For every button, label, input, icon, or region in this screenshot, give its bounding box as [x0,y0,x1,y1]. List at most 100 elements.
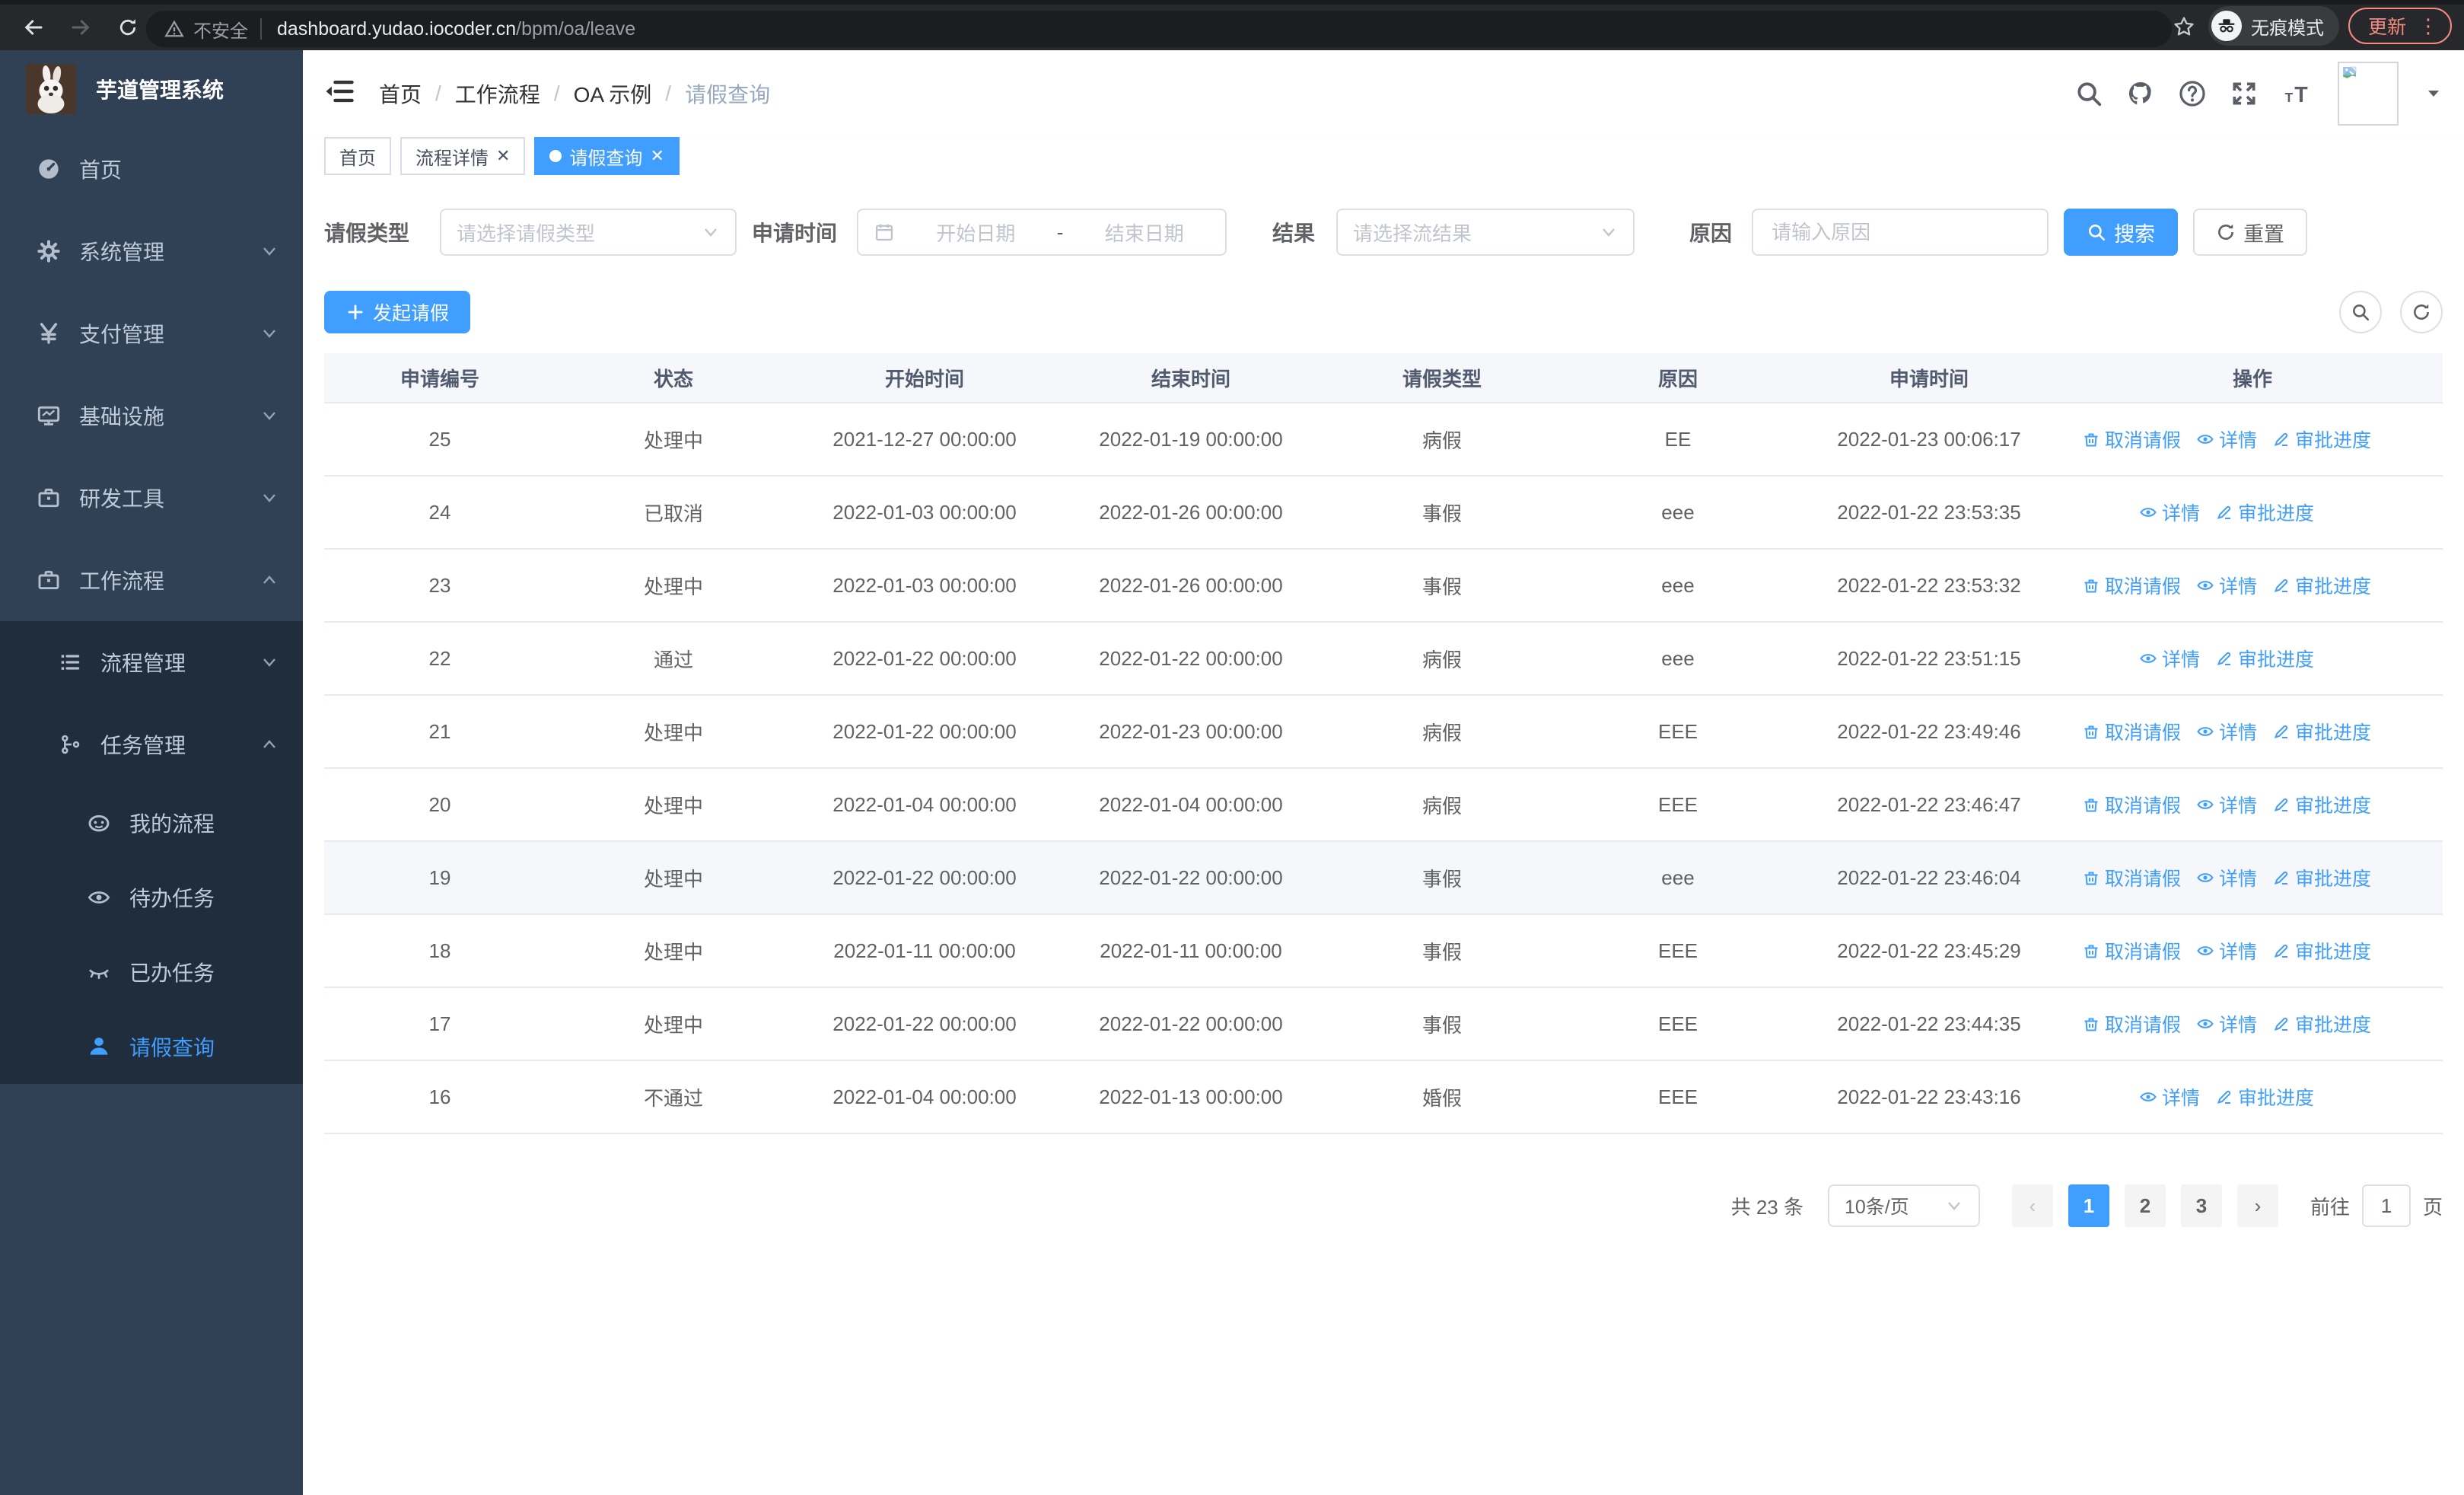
sidebar-collapse-icon[interactable] [323,75,359,111]
page-button-1[interactable]: 1 [2068,1184,2109,1227]
action-progress-link[interactable]: 审批进度 [2215,645,2314,672]
row-actions: 取消请假详情审批进度 [2062,864,2443,891]
action-detail-link[interactable]: 详情 [2196,572,2257,599]
tab-流程详情[interactable]: 流程详情✕ [400,137,525,175]
page-button-3[interactable]: 3 [2181,1184,2222,1227]
trash-icon [2082,795,2100,814]
browser-update-button[interactable]: 更新 ⋮ [2348,8,2452,44]
sidebar-item-process-mgmt[interactable]: 流程管理 [0,621,303,703]
search-icon[interactable] [2074,79,2103,108]
font-size-icon[interactable] [2281,79,2315,108]
sidebar-item-todo-task[interactable]: 待办任务 [0,860,303,935]
result-select[interactable]: 请选择流结果 [1336,209,1635,256]
user-avatar[interactable] [2338,62,2399,126]
sidebar-item-done-task[interactable]: 已办任务 [0,935,303,1009]
action-detail-link[interactable]: 详情 [2139,645,2200,672]
action-detail-link[interactable]: 详情 [2196,791,2257,818]
goto-page-input[interactable] [2362,1184,2411,1227]
sidebar-item-leave-query[interactable]: 请假查询 [0,1009,303,1084]
action-cancel-link[interactable]: 取消请假 [2082,937,2181,964]
action-detail-link[interactable]: 详情 [2196,864,2257,891]
show-search-button[interactable] [2339,291,2382,333]
action-detail-link[interactable]: 详情 [2139,1083,2200,1111]
cell: 2022-01-22 23:51:15 [1796,647,2062,671]
create-leave-button[interactable]: 发起请假 [324,291,470,333]
sidebar-item-task-mgmt[interactable]: 任务管理 [0,703,303,786]
tab-close-icon[interactable]: ✕ [496,148,510,164]
breadcrumb-item[interactable]: OA 示例 [574,78,652,109]
address-bar[interactable]: 不安全 dashboard.yudao.iocoder.cn/bpm/oa/le… [146,11,2172,47]
action-progress-link[interactable]: 审批进度 [2215,499,2314,526]
top-header: 首页/工作流程/OA 示例/请假查询 [303,50,2464,139]
action-cancel-link[interactable]: 取消请假 [2082,864,2181,891]
apply-time-range-picker[interactable]: 开始日期 - 结束日期 [857,209,1227,256]
help-icon[interactable] [2178,79,2207,108]
action-progress-link[interactable]: 审批进度 [2272,1010,2371,1038]
sidebar-item-devtool[interactable]: 研发工具 [0,457,303,539]
action-progress-link[interactable]: 审批进度 [2215,1083,2314,1111]
sidebar-item-my-process[interactable]: 我的流程 [0,786,303,860]
cell: 处理中 [556,937,791,965]
user-menu-caret-icon[interactable] [2424,84,2443,103]
filter-bar: 请假类型 请选择请假类型 申请时间 开始日期 - 结束日期 结果 请选择流结果 [324,209,2443,256]
browser-back-button[interactable] [15,9,52,46]
tags-view-bar: 首页流程详情✕请假查询✕ [303,137,2464,177]
browser-forward-button[interactable] [62,9,99,46]
cell: EEE [1560,720,1796,744]
column-header: 原因 [1560,364,1796,392]
action-progress-link[interactable]: 审批进度 [2272,572,2371,599]
sidebar-item-home[interactable]: 首页 [0,128,303,210]
pen-icon [2272,795,2291,814]
url-host: dashboard.yudao.iocoder.cn [277,18,516,40]
page-size-select[interactable]: 10条/页 [1828,1184,1980,1227]
browser-reload-button[interactable] [110,9,146,46]
reason-input[interactable] [1768,219,2032,246]
bookmark-star-icon[interactable] [2169,13,2199,39]
breadcrumb-item[interactable]: 首页 [379,78,422,109]
prev-page-button[interactable]: ‹ [2012,1184,2053,1227]
action-detail-link[interactable]: 详情 [2196,718,2257,745]
action-progress-link[interactable]: 审批进度 [2272,791,2371,818]
browser-menu-icon[interactable]: ⋮ [2418,16,2438,36]
leave-type-select[interactable]: 请选择请假类型 [440,209,737,256]
tab-close-icon[interactable]: ✕ [650,148,664,164]
table-row: 16不通过2022-01-04 00:00:002022-01-13 00:00… [324,1061,2443,1134]
next-page-button[interactable]: › [2237,1184,2278,1227]
action-progress-link[interactable]: 审批进度 [2272,937,2371,964]
tab-请假查询[interactable]: 请假查询✕ [534,137,679,175]
breadcrumb-item[interactable]: 工作流程 [455,78,540,109]
search-button[interactable]: 搜索 [2064,209,2178,256]
github-icon[interactable] [2126,79,2155,108]
action-cancel-link[interactable]: 取消请假 [2082,1010,2181,1038]
action-cancel-link[interactable]: 取消请假 [2082,572,2181,599]
action-cancel-link[interactable]: 取消请假 [2082,718,2181,745]
action-detail-link[interactable]: 详情 [2196,426,2257,453]
action-detail-link[interactable]: 详情 [2196,937,2257,964]
cell: 19 [324,866,556,890]
sidebar-item-system[interactable]: 系统管理 [0,210,303,292]
fullscreen-icon[interactable] [2230,79,2259,108]
sidebar-item-infra[interactable]: 基础设施 [0,375,303,457]
eye-icon [2196,942,2214,960]
cell: 16 [324,1085,556,1109]
chevron-down-icon [260,653,279,671]
action-progress-link[interactable]: 审批进度 [2272,718,2371,745]
refresh-table-button[interactable] [2400,291,2443,333]
action-detail-link[interactable]: 详情 [2139,499,2200,526]
sidebar-item-pay[interactable]: 支付管理 [0,292,303,375]
action-progress-link[interactable]: 审批进度 [2272,864,2371,891]
reset-button[interactable]: 重置 [2193,209,2307,256]
action-cancel-link[interactable]: 取消请假 [2082,426,2181,453]
pen-icon [2272,576,2291,594]
action-detail-link[interactable]: 详情 [2196,1010,2257,1038]
tab-首页[interactable]: 首页 [324,137,391,175]
action-cancel-link[interactable]: 取消请假 [2082,791,2181,818]
action-progress-link[interactable]: 审批进度 [2272,426,2371,453]
sidebar-item-workflow[interactable]: 工作流程 [0,539,303,621]
cell: 2022-01-22 23:44:35 [1796,1012,2062,1036]
page-button-2[interactable]: 2 [2125,1184,2166,1227]
column-header: 申请编号 [324,364,556,392]
column-header: 操作 [2062,364,2443,392]
cell: 2022-01-22 23:53:32 [1796,574,2062,598]
pen-icon [2272,722,2291,741]
